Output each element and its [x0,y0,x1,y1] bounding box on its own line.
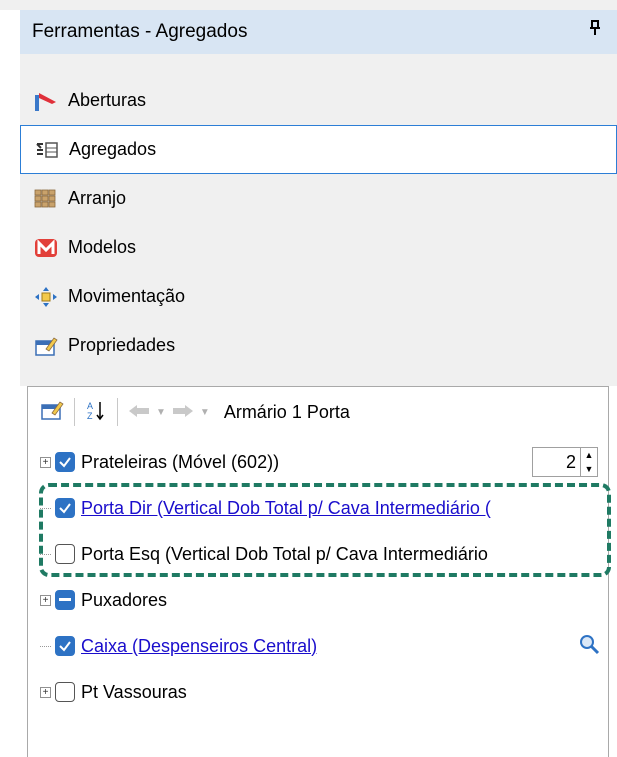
separator [20,370,617,386]
svg-text:A: A [87,401,93,411]
stepper-down-icon[interactable]: ▼ [581,462,597,476]
top-strip [0,0,617,10]
tree-label: Puxadores [81,589,168,610]
toolbar: AZ ▼ ▼ Armário 1 Porta [28,387,608,437]
chevron-down-icon[interactable]: ▼ [156,407,166,418]
tree-label: Pt Vassouras [81,681,187,702]
toolbar-separator [74,398,75,426]
checkbox[interactable] [55,498,75,518]
properties-icon[interactable] [40,399,64,426]
tree-row[interactable]: Caixa (Despenseiros Central) [28,623,608,669]
svg-text:Z: Z [87,411,93,421]
checkbox[interactable] [55,636,75,656]
tree-label: Porta Esq (Vertical Dob Total p/ Cava In… [81,543,488,564]
checkbox[interactable] [55,544,75,564]
category-label: Modelos [68,237,137,257]
magnifier-icon[interactable] [578,633,600,660]
properties-panel: AZ ▼ ▼ Armário 1 Porta + Prateleiras (Mó… [27,386,609,757]
category-label: Propriedades [68,335,176,355]
quantity-stepper[interactable]: 2 ▲ ▼ [532,447,598,477]
aggregates-tree: + Prateleiras (Móvel (602)) 2 ▲ ▼ Porta … [28,439,608,715]
move-arrows-icon [34,286,58,308]
category-propriedades[interactable]: Propriedades [20,321,617,370]
panel-title: Ferramentas - Agregados [32,21,248,42]
category-label: Aberturas [68,90,147,110]
tree-link[interactable]: Porta Dir (Vertical Dob Total p/ Cava In… [81,498,491,519]
category-arranjo[interactable]: Arranjo [20,174,617,223]
chevron-down-icon[interactable]: ▼ [200,407,210,418]
aggregate-icon [35,139,59,161]
grid-icon [34,188,58,210]
properties-icon [34,335,58,357]
category-list: Aberturas Agregados Arranjo Modelos Movi… [20,76,617,370]
pin-icon[interactable] [589,20,601,41]
expand-icon[interactable]: + [40,456,51,468]
tree-connector [40,507,51,509]
tree-row[interactable]: Porta Esq (Vertical Dob Total p/ Cava In… [28,531,608,577]
toolbar-separator [117,398,118,426]
stepper-value: 2 [565,451,576,472]
category-agregados[interactable]: Agregados [20,125,617,174]
sort-az-icon[interactable]: AZ [85,399,107,426]
checkbox[interactable] [55,682,75,702]
category-aberturas[interactable]: Aberturas [20,76,617,125]
m-logo-icon [34,237,58,259]
expand-icon[interactable]: + [40,594,51,606]
back-arrow-icon[interactable] [128,402,150,423]
tree-row[interactable]: + Puxadores [28,577,608,623]
panel-gap [20,54,617,76]
category-label: Movimentação [68,286,186,306]
tree-row[interactable]: + Prateleiras (Móvel (602)) 2 ▲ ▼ [28,439,608,485]
tree-connector [40,645,51,647]
tree-connector [40,553,51,555]
forward-arrow-icon[interactable] [172,402,194,423]
expand-icon[interactable]: + [40,686,51,698]
tree-label: Prateleiras (Móvel (602)) [81,451,280,472]
flag-icon [34,90,58,112]
tree-link[interactable]: Caixa (Despenseiros Central) [81,636,317,657]
tree-row[interactable]: + Pt Vassouras [28,669,608,715]
checkbox[interactable] [55,590,75,610]
category-label: Agregados [69,139,157,159]
stepper-up-icon[interactable]: ▲ [581,448,597,462]
tree-row[interactable]: Porta Dir (Vertical Dob Total p/ Cava In… [28,485,608,531]
object-title: Armário 1 Porta [223,401,350,422]
category-movimentacao[interactable]: Movimentação [20,272,617,321]
category-label: Arranjo [68,188,127,208]
category-modelos[interactable]: Modelos [20,223,617,272]
checkbox[interactable] [55,452,75,472]
panel-titlebar: Ferramentas - Agregados [20,10,617,54]
